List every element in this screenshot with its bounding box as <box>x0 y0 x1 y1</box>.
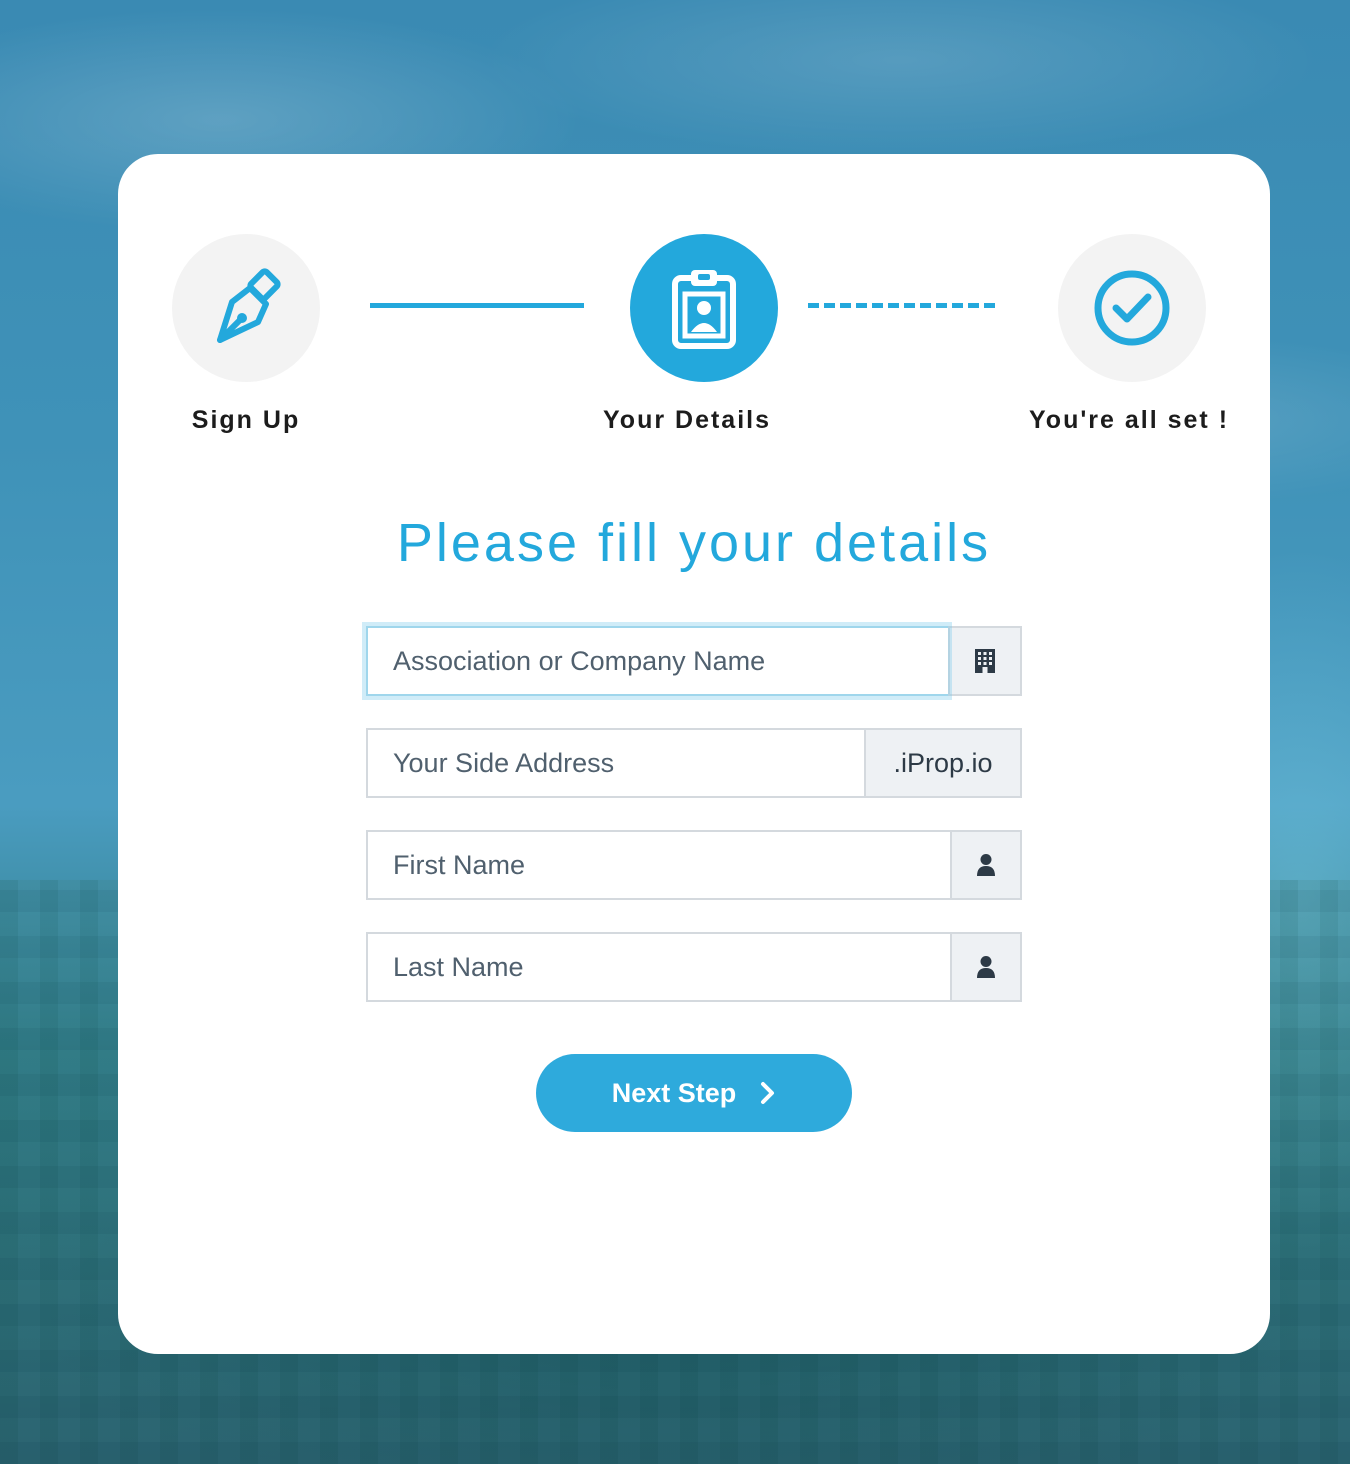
id-badge-icon <box>672 270 736 349</box>
first-name-field-group <box>366 830 1022 900</box>
step-label-sign-up: Sign Up <box>191 406 301 434</box>
company-field-group <box>366 626 1022 696</box>
first-name-addon <box>950 830 1022 900</box>
user-icon <box>977 956 995 978</box>
progress-line-pending <box>808 303 1000 308</box>
next-step-label: Next Step <box>611 1077 737 1108</box>
signup-card: Sign Up Your Details You're all set ! Pl… <box>118 154 1270 1354</box>
step-sign-up <box>172 234 320 382</box>
building-icon <box>975 649 995 673</box>
step-your-details <box>630 234 778 382</box>
side-address-input[interactable] <box>366 728 864 798</box>
check-circle-icon <box>1094 270 1170 346</box>
domain-suffix: .iProp.io <box>864 728 1022 798</box>
first-name-input[interactable] <box>366 830 950 900</box>
company-name-input[interactable] <box>366 626 948 696</box>
user-icon <box>977 854 995 876</box>
address-field-group: .iProp.io <box>366 728 1022 798</box>
last-name-addon <box>950 932 1022 1002</box>
step-label-all-set: You're all set ! <box>1028 406 1230 434</box>
form-heading: Please fill your details <box>396 513 992 573</box>
chevron-right-icon <box>761 1082 775 1104</box>
progress-line-complete <box>370 303 584 308</box>
pen-nib-icon <box>217 268 281 343</box>
last-name-input[interactable] <box>366 932 950 1002</box>
company-addon <box>948 626 1022 696</box>
last-name-field-group <box>366 932 1022 1002</box>
step-all-set <box>1058 234 1206 382</box>
next-step-button[interactable]: Next Step <box>536 1054 852 1132</box>
step-label-your-details: Your Details <box>602 406 772 434</box>
